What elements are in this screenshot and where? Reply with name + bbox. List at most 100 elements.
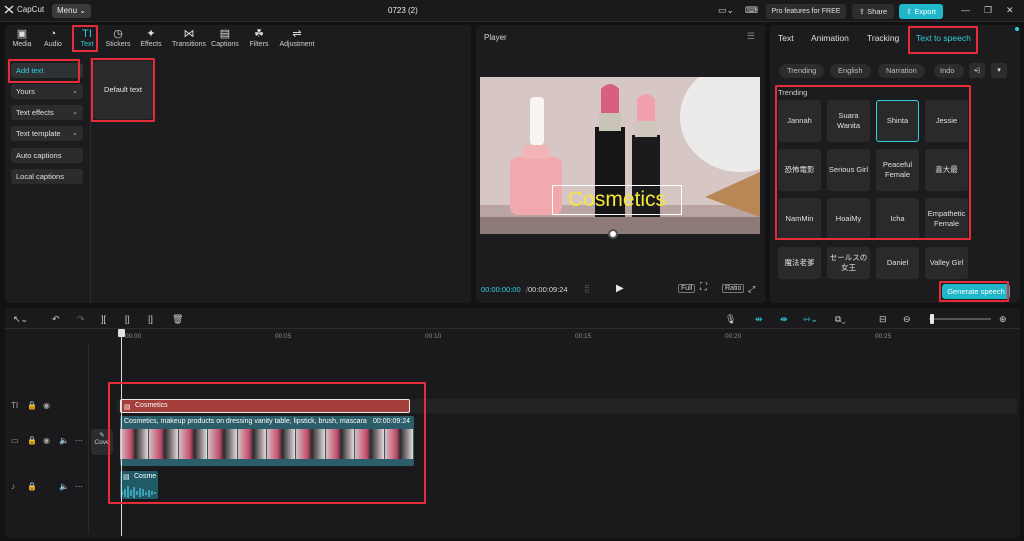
visibility-icon[interactable]: ◉ [43, 436, 50, 445]
capcut-window: CapCut Menu ⌄ 0723 (2) ▭⌄ ⌨ Pro features… [0, 0, 1024, 541]
fit-screen-icon[interactable]: ⛶ [700, 282, 707, 293]
toolbar-media[interactable]: ▣ Media [7, 28, 37, 48]
voice-empathetic-female[interactable]: Empathetic Female [925, 198, 968, 240]
mute-icon[interactable]: 🔈 [59, 436, 69, 445]
zoom-slider-handle[interactable] [930, 314, 934, 324]
redo-icon[interactable]: ↷ [77, 314, 85, 325]
minimize-icon[interactable]: — [961, 5, 970, 15]
trim-left-icon[interactable]: [| [125, 314, 130, 324]
sidebar-item-yours[interactable]: Yours ⌄ [11, 84, 83, 99]
generate-speech-button[interactable]: Generate speech [942, 284, 1010, 299]
default-text-card[interactable]: Default text [93, 61, 153, 119]
toolbar-adjustment-label: Adjustment [279, 41, 315, 48]
filter-icon[interactable]: ⩤ [969, 63, 985, 78]
more-icon[interactable]: ⋯ [75, 436, 83, 445]
pro-features-button[interactable]: Pro features for FREE [766, 4, 846, 19]
sidebar-item-add-text[interactable]: Add text [11, 63, 83, 78]
text-overlay[interactable]: Cosmetics [552, 185, 682, 215]
sidebar-item-local-captions[interactable]: Local captions [11, 169, 83, 184]
zoom-out-icon[interactable]: ⊖ [903, 314, 911, 325]
auto-snap-icon[interactable]: ⇼ [780, 314, 788, 325]
lock-icon[interactable]: 🔒 [27, 482, 37, 491]
toolbar-effects[interactable]: ✦ Effects [136, 28, 166, 48]
video-preview[interactable]: Cosmetics [480, 77, 760, 234]
rotate-handle-icon[interactable] [608, 229, 618, 239]
voice-magic-grandpa[interactable]: 魔法老爹 [778, 247, 821, 279]
toolbar-filters[interactable]: ☘ Filters [244, 28, 274, 48]
sidebar-item-text-effects[interactable]: Text effects ⌄ [11, 105, 83, 120]
share-button[interactable]: ⇪ Share [852, 4, 894, 19]
select-tool-icon[interactable]: ↖⌄ [13, 314, 28, 325]
voice-xi-da-zui[interactable]: 喜大最 [925, 149, 968, 191]
voice-peaceful-female[interactable]: Peaceful Female [876, 149, 919, 191]
voice-nammin[interactable]: NamMin [778, 198, 821, 240]
video-clip[interactable]: Cosmetics, makeup products on dressing v… [120, 416, 414, 466]
title-bar: CapCut Menu ⌄ 0723 (2) ▭⌄ ⌨ Pro features… [0, 0, 1024, 22]
voice-shinta[interactable]: Shinta [876, 100, 919, 142]
toolbar-text[interactable]: TI Text [72, 28, 102, 48]
toolbar-transitions-label: Transitions [172, 41, 206, 48]
timecode-grid-icon[interactable]: ⣿ [584, 284, 590, 293]
microphone-icon[interactable]: 🎙 [725, 314, 736, 325]
lock-icon[interactable]: 🔒 [27, 436, 37, 445]
tab-text-to-speech[interactable]: Text to speech [916, 33, 971, 43]
chip-trending[interactable]: Trending [779, 64, 825, 78]
voice-sales-queen[interactable]: セールスの女王 [827, 247, 870, 279]
voice-serious-girl[interactable]: Serious Girl [827, 149, 870, 191]
toolbar-stickers[interactable]: ◷ Stickers [103, 28, 133, 48]
playhead-handle[interactable] [118, 329, 125, 337]
lock-icon[interactable]: 🔒 [27, 401, 37, 410]
fullscreen-icon[interactable]: ⤢ [748, 284, 755, 295]
ruler-label: 00:00 [125, 333, 142, 340]
tab-tracking[interactable]: Tracking [867, 33, 899, 43]
visibility-icon[interactable]: ◉ [43, 401, 50, 410]
trim-right-icon[interactable]: |] [148, 314, 153, 324]
voice-jannah[interactable]: Jannah [778, 100, 821, 142]
ratio-button[interactable]: Ratio [722, 284, 745, 293]
chip-indo[interactable]: Indo [934, 64, 964, 78]
cover-button[interactable]: ✎ Cove [91, 429, 113, 455]
zoom-slider[interactable] [929, 318, 991, 320]
toolbar-captions[interactable]: ▤ Captions [210, 28, 240, 48]
maximize-icon[interactable]: ❐ [984, 5, 992, 16]
split-icon[interactable]: ][ [101, 314, 106, 324]
toolbar-adjustment[interactable]: ⇌ Adjustment [277, 28, 317, 48]
audio-clip[interactable]: ▤ Cosme [120, 471, 158, 499]
layout-icon[interactable]: ▭⌄ [718, 5, 734, 16]
delete-icon[interactable]: 🗑 [172, 314, 183, 325]
sidebar-item-text-template[interactable]: Text template ⌄ [11, 126, 83, 141]
player-menu-icon[interactable]: ☰ [747, 31, 755, 42]
menu-button[interactable]: Menu ⌄ [52, 4, 91, 18]
chip-narration[interactable]: Narration [878, 64, 925, 78]
linkage-icon[interactable]: ⇿⌄ [803, 314, 818, 325]
tab-text[interactable]: Text [778, 33, 794, 43]
mute-icon[interactable]: 🔈 [59, 482, 69, 491]
fit-timeline-icon[interactable]: ⊟ [879, 314, 887, 325]
voice-valley-girl[interactable]: Valley Girl [925, 247, 968, 279]
voice-suara-wanita[interactable]: Suara Wanita [827, 100, 870, 142]
voice-daniel[interactable]: Daniel [876, 247, 919, 279]
text-clip[interactable]: ▤ Cosmetics [120, 399, 410, 413]
tab-animation[interactable]: Animation [811, 33, 849, 43]
main-track-magnet-icon[interactable]: ⇹ [755, 314, 763, 325]
chip-english[interactable]: English [830, 64, 871, 78]
toolbar-audio[interactable]: ◔ Audio [38, 28, 68, 48]
voice-horror-movie[interactable]: 恐怖電影 [778, 149, 821, 191]
voice-hoaimy[interactable]: HoaiMy [827, 198, 870, 240]
voice-jessie[interactable]: Jessie [925, 100, 968, 142]
preview-axis-icon[interactable]: ⧉⌄ [835, 314, 846, 325]
undo-icon[interactable]: ↶ [52, 314, 60, 325]
more-icon[interactable]: ⋯ [75, 482, 83, 491]
export-button[interactable]: ⇧ Export [899, 4, 943, 19]
playhead[interactable] [121, 330, 122, 536]
toolbar-transitions[interactable]: ⋈ Transitions [171, 28, 207, 48]
close-icon[interactable]: ✕ [1006, 5, 1014, 16]
full-button[interactable]: Full [678, 284, 696, 293]
sidebar-item-auto-captions[interactable]: Auto captions [11, 148, 83, 163]
voice-icha[interactable]: Icha [876, 198, 919, 240]
chevron-down-icon[interactable]: ▾ [991, 63, 1007, 78]
shortcuts-icon[interactable]: ⌨ [745, 5, 758, 16]
sidebar-item-label: Text template [16, 129, 61, 138]
play-button[interactable]: ▶ [616, 283, 624, 294]
zoom-in-icon[interactable]: ⊕ [999, 314, 1007, 325]
